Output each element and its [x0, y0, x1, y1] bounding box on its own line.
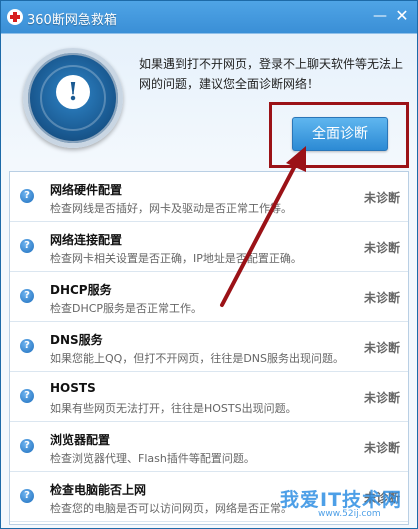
check-item-description: 检查您的电脑是否可以访问网页，网络是否正常。 — [50, 502, 292, 515]
hero-message: 如果遇到打不开网页，登录不上聊天软件等无法上网的问题，建议您全面诊断网络！ — [139, 57, 404, 91]
window-title: 360断网急救箱 — [27, 13, 117, 28]
check-item-description: 如果有些网页无法打开，往往是HOSTS出现问题。 — [50, 402, 297, 415]
watermark-text: 我爱IT技术网 — [280, 489, 403, 511]
help-icon[interactable]: ? — [20, 239, 34, 253]
close-button[interactable]: ✕ — [393, 7, 411, 25]
minimize-button[interactable]: — — [371, 7, 389, 25]
help-icon[interactable]: ? — [20, 389, 34, 403]
check-item-title: DNS服务 — [50, 333, 103, 347]
help-icon[interactable]: ? — [20, 489, 34, 503]
help-icon[interactable]: ? — [20, 339, 34, 353]
radar-alert-icon: ! — [23, 48, 123, 148]
check-list: ? 网络硬件配置 检查网线是否插好，网卡及驱动是否正常工作等。 未诊断? 网络连接配置检… — [9, 171, 409, 525]
check-item-title: 网络连接配置 — [50, 233, 123, 247]
exclamation-icon: ! — [56, 75, 90, 109]
check-item-description: 如果您能上QQ，但打不开网页，往往是DNS服务出现问题。 — [50, 352, 344, 365]
check-item-status: 未诊断 — [363, 241, 400, 255]
watermark-url: www.52ij.com — [318, 509, 381, 519]
check-item-title: 检查电脑能否上网 — [50, 483, 147, 497]
check-item-status: 未诊断 — [363, 291, 400, 305]
check-item-title: 网络硬件配置 — [50, 183, 123, 197]
check-item[interactable]: ? 网络连接配置检查网卡相关设置是否正确，IP地址是否配置正确。 未诊断 — [10, 222, 408, 272]
hero-panel: ! 如果遇到打不开网页，登录不上聊天软件等无法上网的问题，建议您全面诊断网络！ … — [1, 34, 417, 168]
check-item-description: 检查DHCP服务是否正常工作。 — [50, 302, 203, 315]
check-item-status: 未诊断 — [363, 441, 400, 455]
app-logo-icon — [7, 9, 23, 25]
help-icon[interactable]: ? — [20, 189, 34, 203]
check-item-title: DHCP服务 — [50, 283, 112, 297]
check-item-status: 未诊断 — [363, 391, 400, 405]
help-icon[interactable]: ? — [20, 289, 34, 303]
check-item-title: 浏览器配置 — [50, 433, 111, 447]
annotation-highlight-box: 全面诊断 — [269, 102, 409, 168]
help-icon[interactable]: ? — [20, 439, 34, 453]
check-item[interactable]: ? DHCP服务检查DHCP服务是否正常工作。 未诊断 — [10, 272, 408, 322]
title-bar[interactable]: 360断网急救箱 — ✕ — [1, 1, 417, 33]
check-item-status: 未诊断 — [363, 191, 400, 205]
check-item[interactable]: ? 网络硬件配置检查网线是否插好，网卡及驱动是否正常工作等。 未诊断 — [10, 172, 408, 222]
app-window: 360断网急救箱 — ✕ ! 如果遇到打不开网页，登录不上聊天软件等无法上网的问… — [0, 0, 418, 529]
check-item[interactable]: ? DNS服务如果您能上QQ，但打不开网页，往往是DNS服务出现问题。 未诊断 — [10, 322, 408, 372]
check-item-status: 未诊断 — [363, 341, 400, 355]
check-item-description: 检查网线是否插好，网卡及驱动是否正常工作等。 — [50, 202, 292, 215]
full-diagnose-button[interactable]: 全面诊断 — [292, 117, 388, 151]
check-item-title: HOSTS — [50, 381, 96, 395]
check-item-description: 检查网卡相关设置是否正确，IP地址是否配置正确。 — [50, 252, 302, 265]
check-item-description: 检查浏览器代理、Flash插件等配置问题。 — [50, 452, 255, 465]
check-item[interactable]: ? HOSTS 如果有些网页无法打开，往往是HOSTS出现问题。 未诊断 — [10, 372, 408, 422]
check-item[interactable]: ? 浏览器配置检查浏览器代理、Flash插件等配置问题。 未诊断 — [10, 422, 408, 472]
